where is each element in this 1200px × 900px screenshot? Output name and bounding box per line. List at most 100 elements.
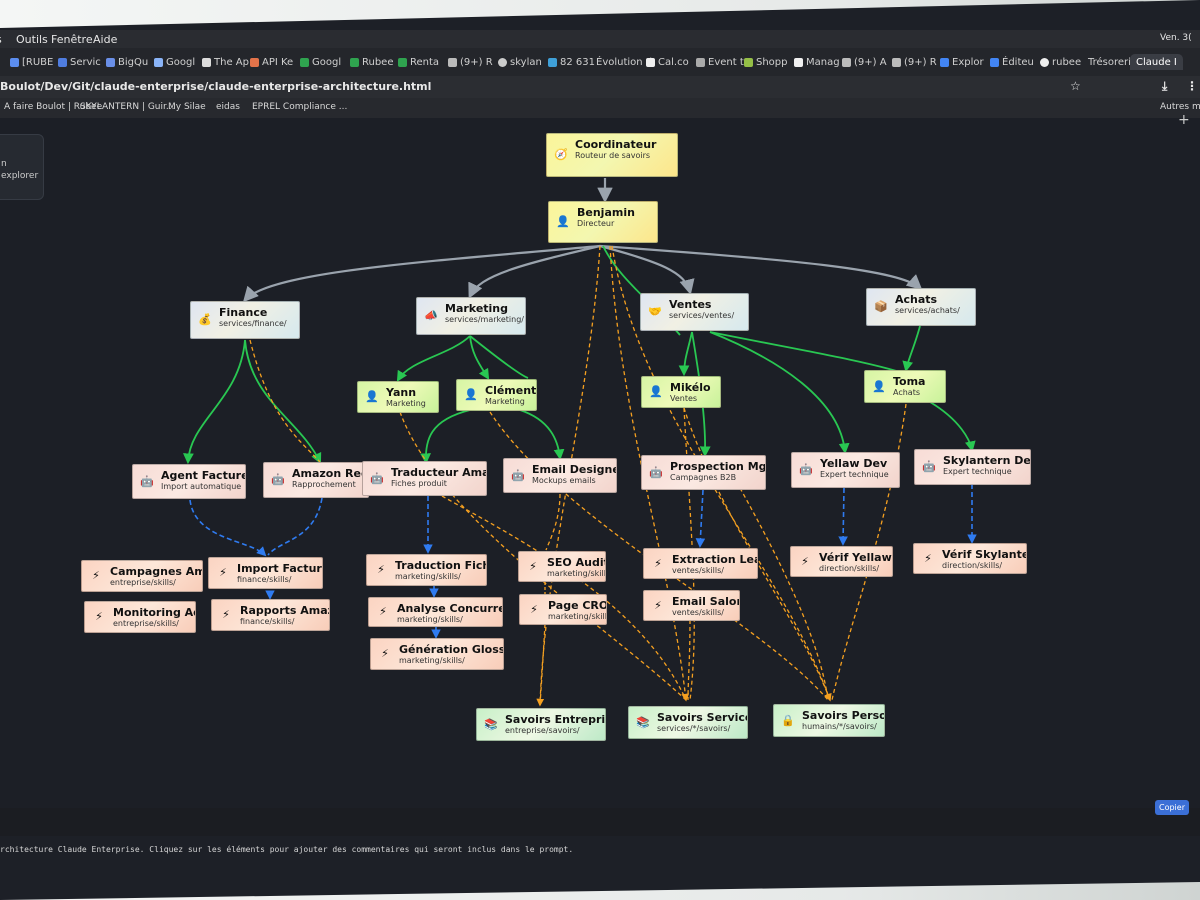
node-benjamin[interactable]: 👤 Benjamin Directeur bbox=[548, 201, 658, 243]
node-finance[interactable]: 💰 Finance services/finance/ bbox=[190, 301, 300, 339]
node-savoirs-entreprise[interactable]: 📚Savoirs Entrepriseentreprise/savoirs/ bbox=[476, 708, 606, 741]
tab-20[interactable]: Éditeu bbox=[990, 54, 1034, 70]
tab-17[interactable]: (9+) A bbox=[842, 54, 887, 70]
node-traducteur-amazon[interactable]: 🤖Traducteur AmazonFiches produit bbox=[362, 461, 487, 496]
bookmark-2[interactable]: My Silae bbox=[168, 102, 206, 112]
person-icon: 👤 bbox=[872, 379, 886, 393]
node-campagnes-amazon[interactable]: ⚡Campagnes Amazoentreprise/skills/ bbox=[81, 560, 203, 592]
node-email-designer[interactable]: 🤖 Email Designer Mockups emails bbox=[503, 458, 617, 493]
node-rapports-amazon[interactable]: ⚡Rapports Amazonfinance/skills/ bbox=[211, 599, 330, 631]
menu-item-aide[interactable]: Aide bbox=[93, 33, 117, 46]
tab-favicon-icon bbox=[548, 57, 557, 67]
tab-11[interactable]: 82 631 bbox=[548, 54, 595, 70]
node-prospection-mgr[interactable]: 🤖 Prospection Mgr Campagnes B2B bbox=[641, 455, 766, 490]
address-url[interactable]: Boulot/Dev/Git/claude-enterprise/claude-… bbox=[0, 80, 431, 93]
tab-6[interactable]: Googl bbox=[300, 54, 341, 70]
tab-1[interactable]: Servic bbox=[58, 54, 101, 70]
node-achats[interactable]: 📦 Achats services/achats/ bbox=[866, 288, 976, 326]
menu-bar: s Outils Fenêtre Aide Ven. 3( bbox=[0, 30, 1200, 48]
node-marketing[interactable]: 📣 Marketing services/marketing/ bbox=[416, 297, 526, 335]
tab-21[interactable]: rubee bbox=[1040, 54, 1081, 70]
books-icon: 📚 bbox=[484, 717, 498, 731]
tab-19[interactable]: Explor bbox=[940, 54, 984, 70]
menu-item-outils[interactable]: Outils bbox=[16, 33, 48, 46]
lightning-icon: ⚡ bbox=[654, 598, 662, 612]
tab-16[interactable]: Manag bbox=[794, 54, 840, 70]
node-ventes[interactable]: 🤝 Ventes services/ventes/ bbox=[640, 293, 749, 331]
download-icon[interactable]: ⤓ bbox=[1162, 79, 1167, 94]
tab-favicon-icon bbox=[990, 57, 999, 67]
tab-8[interactable]: Renta bbox=[398, 54, 439, 70]
menu-item-fenetre[interactable]: Fenêtre bbox=[51, 33, 93, 46]
tab-favicon-icon bbox=[350, 57, 359, 67]
menu-item[interactable]: s bbox=[0, 33, 2, 46]
bookmark-other[interactable]: Autres m bbox=[1160, 102, 1200, 112]
tab-favicon-icon bbox=[106, 57, 115, 67]
person-icon: 👤 bbox=[649, 385, 663, 398]
node-extraction-leads[interactable]: ⚡Extraction Leadsventes/skills/ bbox=[643, 548, 758, 579]
bookmark-3[interactable]: eidas bbox=[216, 102, 240, 112]
lock-icon: 🔒 bbox=[781, 713, 795, 727]
node-import-factures[interactable]: ⚡Import Facturesfinance/skills/ bbox=[208, 557, 323, 589]
tab-15[interactable]: Shopp bbox=[744, 54, 788, 70]
tab-9[interactable]: (9+) R bbox=[448, 54, 493, 70]
tab-favicon-icon bbox=[448, 57, 457, 67]
tab-favicon-icon bbox=[1040, 57, 1049, 67]
tab-3[interactable]: Googl bbox=[154, 54, 195, 70]
node-skylantern-dev[interactable]: 🤖 Skylantern Dev Expert technique bbox=[914, 449, 1031, 485]
browser-tabs: [RUBE Servic BigQu Googl The Ap API Ke G… bbox=[0, 48, 1200, 76]
side-panel[interactable]: n explorer bbox=[0, 134, 44, 200]
tab-0[interactable]: [RUBE bbox=[10, 54, 53, 70]
lightning-icon: ⚡ bbox=[379, 605, 387, 618]
node-agent-factures[interactable]: 🤖 Agent Factures Import automatique bbox=[132, 464, 246, 499]
node-toma[interactable]: 👤 Toma Achats bbox=[864, 370, 946, 403]
node-yellaw-dev[interactable]: 🤖 Yellaw Dev Expert technique bbox=[791, 452, 900, 488]
lightning-icon: ⚡ bbox=[95, 610, 103, 623]
tab-2[interactable]: BigQu bbox=[106, 54, 148, 70]
tab-10[interactable]: skylan bbox=[498, 54, 542, 70]
tab-23-active[interactable]: Claude I bbox=[1130, 54, 1183, 70]
tab-5[interactable]: API Ke bbox=[250, 54, 293, 70]
node-verif-yellaw[interactable]: ⚡ Vérif Yellaw direction/skills/ bbox=[790, 546, 893, 577]
node-monitoring-ads[interactable]: ⚡Monitoring Adsentreprise/skills/ bbox=[84, 601, 196, 633]
tab-4[interactable]: The Ap bbox=[202, 54, 249, 70]
side-panel-line-1: n bbox=[1, 159, 7, 169]
tab-7[interactable]: Rubee bbox=[350, 54, 394, 70]
node-analyse-concurrence[interactable]: ⚡Analyse Concurrencemarketing/skills/ bbox=[368, 597, 503, 627]
node-page-cro[interactable]: ⚡Page CROmarketing/skills/ bbox=[519, 594, 607, 625]
menu-clock: Ven. 3( bbox=[1160, 33, 1192, 43]
tab-13[interactable]: Cal.co bbox=[646, 54, 689, 70]
node-mikelo[interactable]: 👤 Mikélo Ventes bbox=[641, 376, 721, 408]
lightning-icon: ⚡ bbox=[529, 559, 537, 573]
node-amazon-reco[interactable]: 🤖 Amazon Reco Rapprochement bbox=[263, 462, 369, 498]
robot-icon: 🤖 bbox=[799, 463, 813, 476]
bookmark-1[interactable]: SKYLANTERN | Guir... bbox=[80, 102, 174, 112]
node-coordinateur[interactable]: 🧭 Coordinateur Routeur de savoirs bbox=[546, 133, 678, 177]
copy-button[interactable]: Copier bbox=[1155, 800, 1189, 815]
person-icon: 👤 bbox=[464, 388, 478, 401]
add-icon[interactable]: + bbox=[1178, 112, 1190, 128]
tab-favicon-icon bbox=[250, 57, 259, 67]
menu-icon[interactable]: ⋮ bbox=[1186, 79, 1198, 93]
tab-favicon-icon bbox=[10, 57, 19, 67]
node-clement[interactable]: 👤 Clément Marketing bbox=[456, 379, 537, 411]
node-yann[interactable]: 👤 Yann Marketing bbox=[357, 381, 439, 413]
lightning-icon: ⚡ bbox=[222, 608, 230, 621]
tab-14[interactable]: Event t bbox=[696, 54, 744, 70]
monitor-screen: s Outils Fenêtre Aide Ven. 3( [RUBE Serv… bbox=[0, 0, 1200, 900]
robot-icon: 🤖 bbox=[370, 471, 384, 485]
tab-18[interactable]: (9+) R bbox=[892, 54, 937, 70]
package-icon: 📦 bbox=[874, 300, 888, 313]
node-traduction-fiche[interactable]: ⚡Traduction Fichemarketing/skills/ bbox=[366, 554, 487, 586]
node-generation-glossaire[interactable]: ⚡Génération Glossairemarketing/skills/ bbox=[370, 638, 504, 670]
node-verif-skylantern[interactable]: ⚡Vérif Skylanterndirection/skills/ bbox=[913, 543, 1027, 574]
tab-12[interactable]: Évolution d bbox=[596, 54, 652, 70]
node-seo-audit[interactable]: ⚡SEO Auditmarketing/skills/ bbox=[518, 551, 606, 582]
star-icon[interactable]: ☆ bbox=[1070, 79, 1081, 93]
node-savoirs-perso[interactable]: 🔒 Savoirs Perso humains/*/savoirs/ bbox=[773, 704, 885, 737]
bookmarks-bar: A faire Boulot | Rubee SKYLANTERN | Guir… bbox=[0, 98, 1200, 118]
address-bar[interactable]: Boulot/Dev/Git/claude-enterprise/claude-… bbox=[0, 76, 1200, 98]
bookmark-4[interactable]: EPREL Compliance ... bbox=[252, 102, 347, 112]
node-email-salon[interactable]: ⚡ Email Salon ventes/skills/ bbox=[643, 590, 740, 621]
node-savoirs-service[interactable]: 📚 Savoirs Service services/*/savoirs/ bbox=[628, 706, 748, 739]
